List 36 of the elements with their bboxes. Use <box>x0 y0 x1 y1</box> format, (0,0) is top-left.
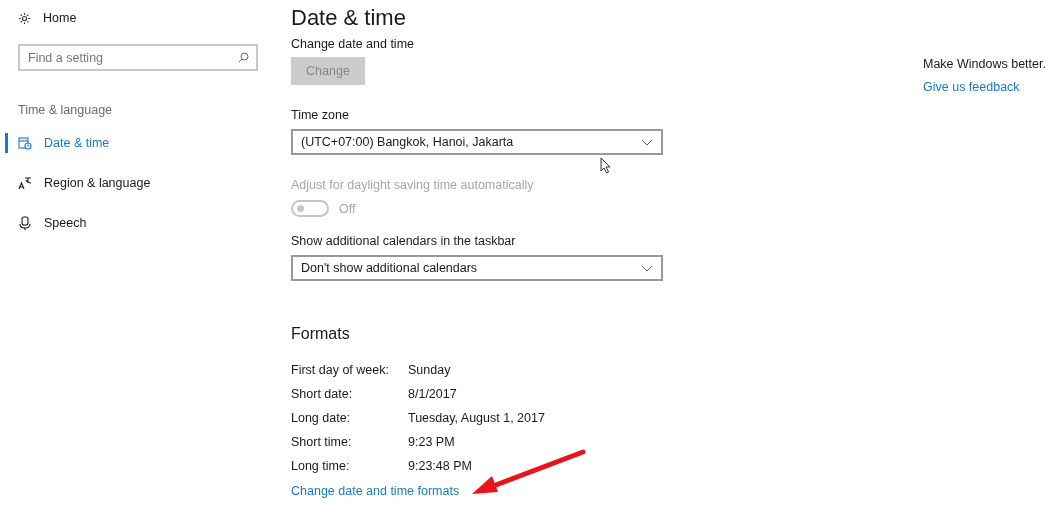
section-heading: Formats <box>291 325 350 343</box>
format-value: 8/1/2017 <box>408 387 458 401</box>
formats-link[interactable]: Change date and time formats <box>291 484 460 498</box>
format-label: First day of week: <box>291 363 390 377</box>
setting-label: Show additional calendars in the taskbar <box>291 234 516 248</box>
time-zone-dropdown[interactable]: (UTC+07:00) Bangkok, Hanoi, Jakarta <box>291 129 663 155</box>
nav-item[interactable]: Region & language <box>0 173 157 193</box>
calendars-dropdown[interactable]: Don't show additional calendars <box>291 255 663 281</box>
nav-item[interactable]: Date & time <box>0 133 116 153</box>
toggle-state: Off <box>339 201 356 216</box>
calendar-clock-icon <box>18 136 32 150</box>
home-link[interactable]: Home <box>0 9 77 27</box>
format-value: 9:23:48 PM <box>408 459 473 473</box>
feedback-prompt: Make Windows better. <box>923 57 1046 71</box>
language-icon <box>18 176 32 190</box>
microphone-icon <box>18 216 32 230</box>
feedback-link[interactable]: Give us feedback <box>923 80 1020 94</box>
format-value: Tuesday, August 1, 2017 <box>408 411 545 425</box>
format-label: Short date: <box>291 387 354 401</box>
format-label: Short time: <box>291 435 353 449</box>
page-title: Date & time <box>291 5 406 31</box>
search-field[interactable]: Find a setting <box>18 44 258 71</box>
setting-label: Change date and time <box>291 37 414 51</box>
format-label: Long date: <box>291 411 352 425</box>
gear-icon <box>18 11 31 25</box>
format-label: Long time: <box>291 459 351 473</box>
section-heading: Time & language <box>18 103 114 117</box>
chevron-down-icon <box>641 138 653 146</box>
mouse-pointer-icon <box>600 157 611 174</box>
search-icon <box>238 52 249 63</box>
nav-item[interactable]: Speech <box>0 213 93 233</box>
format-value: Sunday <box>408 363 452 377</box>
setting-label: Adjust for daylight saving time automatically <box>291 178 534 192</box>
setting-label: Time zone <box>291 108 349 122</box>
format-value: 9:23 PM <box>408 435 456 449</box>
chevron-down-icon <box>641 264 653 272</box>
